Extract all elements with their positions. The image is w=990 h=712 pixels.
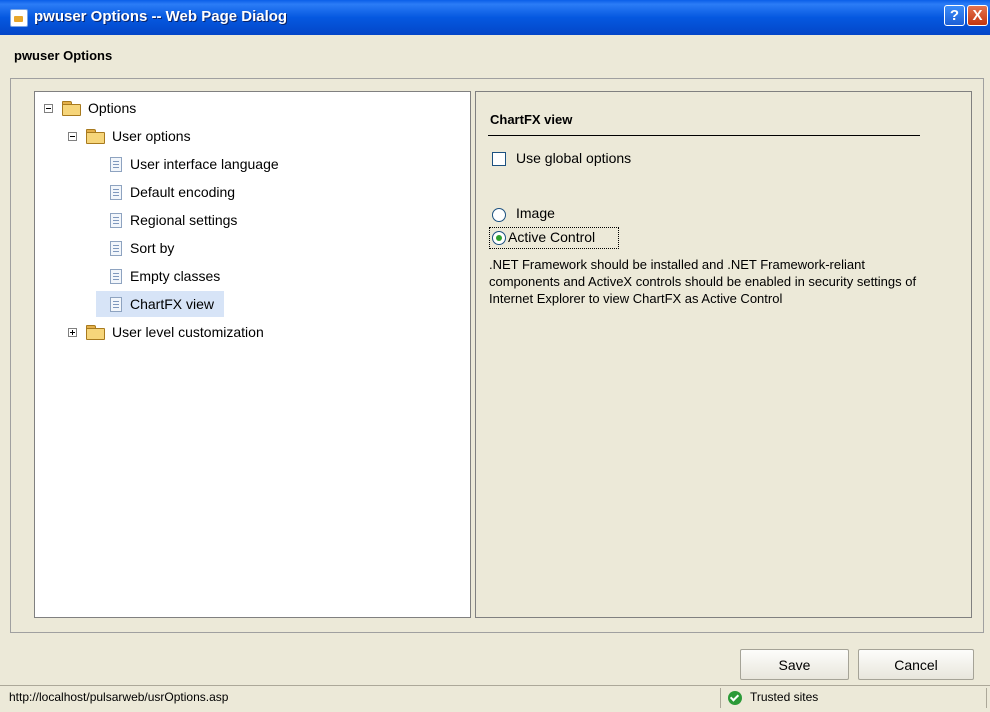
tree-node-user-level-customization[interactable]: User level customization xyxy=(68,321,264,343)
section-divider xyxy=(488,135,920,136)
page-icon xyxy=(110,156,122,172)
tree-label: User interface language xyxy=(130,156,279,172)
cancel-button[interactable]: Cancel xyxy=(858,649,974,680)
tree-label: Default encoding xyxy=(130,184,236,200)
page-icon xyxy=(110,184,122,200)
status-bar: http://localhost/pulsarweb/usrOptions.as… xyxy=(0,685,990,712)
ie-page-icon xyxy=(10,9,28,27)
title-bar: pwuser Options -- Web Page Dialog ? X xyxy=(0,0,990,35)
status-divider xyxy=(720,688,721,708)
image-radio-label[interactable]: Image xyxy=(516,205,555,221)
close-button[interactable]: X xyxy=(967,5,988,26)
tree-label: User level customization xyxy=(112,324,264,340)
tree-label: Regional settings xyxy=(130,212,238,228)
tree-label: Empty classes xyxy=(130,268,221,284)
page-icon xyxy=(110,296,122,312)
trusted-zone-icon xyxy=(728,691,742,705)
settings-pane: ChartFX view Use global options Image Ac… xyxy=(475,91,972,618)
options-panel: Options User options User interface lang… xyxy=(10,78,984,633)
help-button[interactable]: ? xyxy=(944,5,965,26)
use-global-options-label[interactable]: Use global options xyxy=(516,150,631,166)
tree-label: Options xyxy=(88,100,137,116)
folder-open-icon xyxy=(62,101,81,116)
status-url: http://localhost/pulsarweb/usrOptions.as… xyxy=(9,690,229,704)
page-icon xyxy=(110,240,122,256)
tree-label: Sort by xyxy=(130,240,175,256)
tree-node-user-options[interactable]: User options xyxy=(68,125,191,147)
save-button[interactable]: Save xyxy=(740,649,849,680)
expand-icon[interactable] xyxy=(68,327,77,337)
tree-item-user-interface-language[interactable]: User interface language xyxy=(110,153,279,175)
tree-node-options[interactable]: Options xyxy=(44,97,136,119)
active-control-radio[interactable] xyxy=(492,231,506,245)
security-zone-label: Trusted sites xyxy=(750,690,819,704)
collapse-icon[interactable] xyxy=(44,103,53,113)
folder-open-icon xyxy=(86,129,105,144)
tree-item-regional-settings[interactable]: Regional settings xyxy=(110,209,237,231)
tree-item-default-encoding[interactable]: Default encoding xyxy=(110,181,235,203)
folder-closed-icon xyxy=(86,325,105,340)
info-text: .NET Framework should be installed and .… xyxy=(489,257,917,306)
tree-item-empty-classes[interactable]: Empty classes xyxy=(110,265,220,287)
image-radio[interactable] xyxy=(492,208,506,222)
collapse-icon[interactable] xyxy=(68,131,77,141)
page-icon xyxy=(110,268,122,284)
use-global-options-checkbox[interactable] xyxy=(492,152,506,166)
tree-item-sort-by[interactable]: Sort by xyxy=(110,237,174,259)
options-tree: Options User options User interface lang… xyxy=(34,91,471,618)
tree-label: ChartFX view xyxy=(130,296,215,312)
status-divider xyxy=(986,688,987,708)
tree-item-chartfx-view[interactable]: ChartFX view xyxy=(96,291,224,317)
tree-label: User options xyxy=(112,128,191,144)
window-title: pwuser Options -- Web Page Dialog xyxy=(34,8,288,25)
section-title: ChartFX view xyxy=(490,112,573,127)
dialog-heading: pwuser Options xyxy=(14,48,113,63)
page-icon xyxy=(110,212,122,228)
active-control-radio-label[interactable]: Active Control xyxy=(508,229,595,245)
